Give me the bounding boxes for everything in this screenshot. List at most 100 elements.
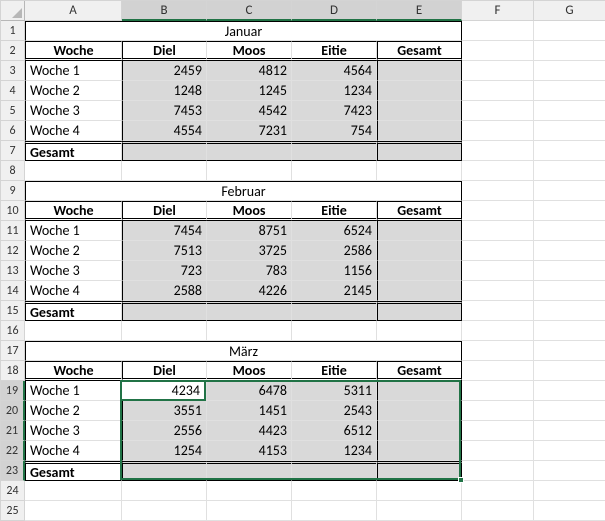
cell[interactable] <box>534 141 605 161</box>
cell[interactable] <box>534 261 605 281</box>
data-cell[interactable]: 2145 <box>292 281 377 301</box>
col-header-B[interactable]: B <box>122 1 207 21</box>
row-header[interactable]: 12 <box>1 241 25 261</box>
cell[interactable] <box>377 321 462 341</box>
row-header[interactable]: 13 <box>1 261 25 281</box>
total-cell[interactable] <box>292 461 377 481</box>
cell[interactable] <box>534 81 605 101</box>
data-cell[interactable] <box>377 381 462 401</box>
data-cell[interactable]: 7423 <box>292 101 377 121</box>
fill-handle[interactable] <box>458 477 464 483</box>
col-header-A[interactable]: A <box>25 1 122 21</box>
row-header[interactable]: 5 <box>1 101 25 121</box>
cell[interactable] <box>534 401 605 421</box>
cell[interactable] <box>122 321 207 341</box>
row-header[interactable]: 2 <box>1 41 25 61</box>
data-cell[interactable] <box>377 81 462 101</box>
data-cell[interactable] <box>377 221 462 241</box>
row-header[interactable]: 21 <box>1 421 25 441</box>
week-label[interactable]: Woche 1 <box>25 381 122 401</box>
cell[interactable] <box>207 321 292 341</box>
cell[interactable] <box>534 181 605 201</box>
row-header[interactable]: 10 <box>1 201 25 221</box>
total-cell[interactable] <box>207 461 292 481</box>
cell[interactable] <box>534 301 605 321</box>
week-label[interactable]: Woche 4 <box>25 121 122 141</box>
total-cell[interactable] <box>377 301 462 321</box>
cell[interactable] <box>207 481 292 501</box>
row-header[interactable]: 11 <box>1 221 25 241</box>
total-cell[interactable] <box>292 301 377 321</box>
data-cell[interactable]: 1234 <box>292 441 377 461</box>
header-diel[interactable]: Diel <box>122 201 207 221</box>
cell[interactable] <box>534 161 605 181</box>
total-cell[interactable] <box>377 141 462 161</box>
total-cell[interactable] <box>207 141 292 161</box>
row-header[interactable]: 8 <box>1 161 25 181</box>
week-label[interactable]: Woche 2 <box>25 401 122 421</box>
row-header[interactable]: 24 <box>1 481 25 501</box>
data-cell[interactable]: 4542 <box>207 101 292 121</box>
data-cell[interactable]: 7513 <box>122 241 207 261</box>
data-cell[interactable] <box>377 441 462 461</box>
week-label[interactable]: Woche 2 <box>25 241 122 261</box>
cell[interactable] <box>377 501 462 521</box>
total-cell[interactable] <box>292 141 377 161</box>
data-cell[interactable] <box>377 241 462 261</box>
total-label[interactable]: Gesamt <box>25 461 122 481</box>
data-cell[interactable]: 6524 <box>292 221 377 241</box>
cell[interactable] <box>462 161 534 181</box>
cell[interactable] <box>462 141 534 161</box>
row-header[interactable]: 23 <box>1 461 25 481</box>
week-label[interactable]: Woche 4 <box>25 281 122 301</box>
week-label[interactable]: Woche 2 <box>25 81 122 101</box>
cell[interactable] <box>292 501 377 521</box>
total-cell[interactable] <box>207 301 292 321</box>
cell[interactable] <box>462 361 534 381</box>
cell[interactable] <box>534 61 605 81</box>
col-header-F[interactable]: F <box>462 1 534 21</box>
row-header[interactable]: 7 <box>1 141 25 161</box>
week-label[interactable]: Woche 3 <box>25 421 122 441</box>
row-header[interactable]: 6 <box>1 121 25 141</box>
week-label[interactable]: Woche 3 <box>25 261 122 281</box>
row-header[interactable]: 18 <box>1 361 25 381</box>
cell[interactable] <box>462 261 534 281</box>
row-header[interactable]: 22 <box>1 441 25 461</box>
data-cell[interactable]: 2556 <box>122 421 207 441</box>
header-moos[interactable]: Moos <box>207 361 292 381</box>
cell[interactable] <box>25 161 122 181</box>
col-header-G[interactable]: G <box>534 1 605 21</box>
total-label[interactable]: Gesamt <box>25 141 122 161</box>
data-cell[interactable] <box>377 121 462 141</box>
header-woche[interactable]: Woche <box>25 41 122 61</box>
data-cell[interactable] <box>377 61 462 81</box>
row-header[interactable]: 3 <box>1 61 25 81</box>
data-cell[interactable]: 2588 <box>122 281 207 301</box>
month-title[interactable]: Januar <box>25 21 462 41</box>
month-title[interactable]: März <box>25 341 462 361</box>
cell[interactable] <box>462 401 534 421</box>
cell[interactable] <box>462 61 534 81</box>
data-cell[interactable]: 2543 <box>292 401 377 421</box>
data-cell[interactable]: 4234 <box>122 381 207 401</box>
data-cell[interactable]: 5311 <box>292 381 377 401</box>
cell[interactable] <box>534 21 605 41</box>
cell[interactable] <box>534 421 605 441</box>
cell[interactable] <box>462 201 534 221</box>
cell[interactable] <box>207 501 292 521</box>
cell[interactable] <box>534 241 605 261</box>
data-cell[interactable]: 7231 <box>207 121 292 141</box>
header-eitie[interactable]: Eitie <box>292 41 377 61</box>
row-header[interactable]: 14 <box>1 281 25 301</box>
cell[interactable] <box>377 481 462 501</box>
week-label[interactable]: Woche 4 <box>25 441 122 461</box>
data-cell[interactable] <box>377 281 462 301</box>
cell[interactable] <box>377 161 462 181</box>
spreadsheet-grid[interactable]: A B C D E F G 1 Januar 2 Woche Diel Moos… <box>0 0 605 521</box>
header-moos[interactable]: Moos <box>207 201 292 221</box>
cell[interactable] <box>462 461 534 481</box>
row-header[interactable]: 4 <box>1 81 25 101</box>
total-cell[interactable] <box>122 301 207 321</box>
cell[interactable] <box>25 501 122 521</box>
